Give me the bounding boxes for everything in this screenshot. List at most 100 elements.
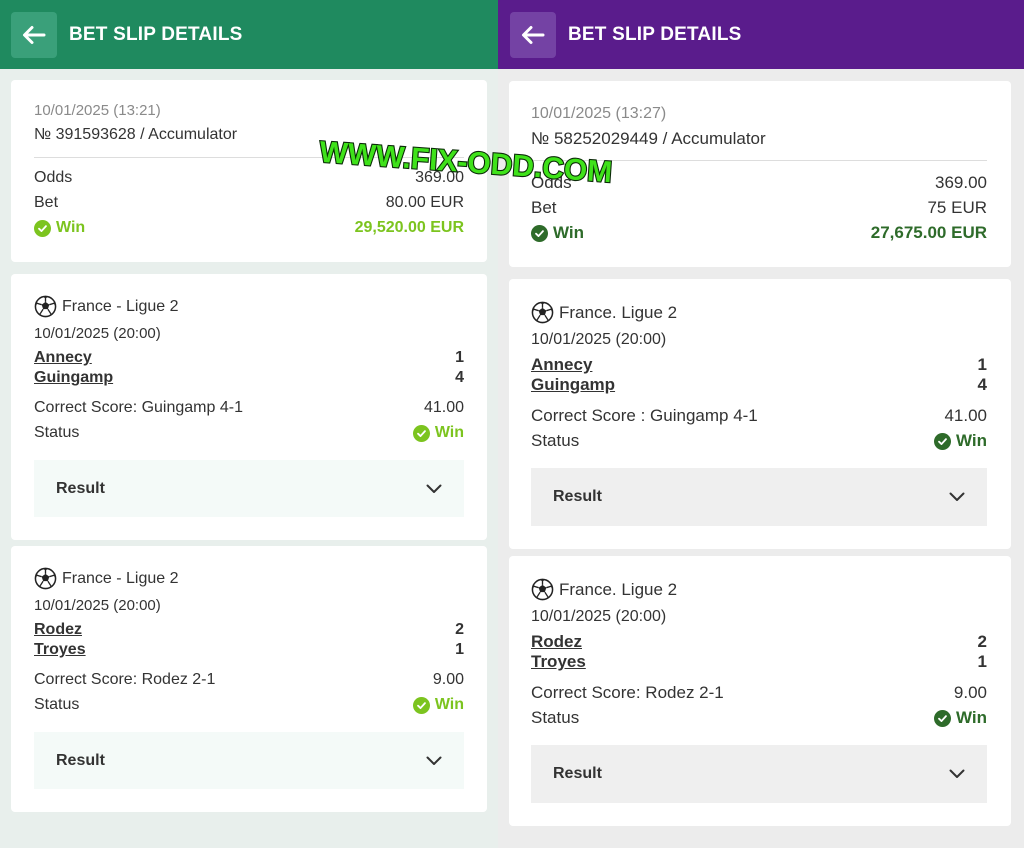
- win-amount: 27,675.00 EUR: [870, 223, 987, 242]
- chevron-down-icon: [426, 484, 442, 494]
- market-label: Correct Score: Rodez 2-1: [531, 683, 724, 702]
- win-row: Win 27,675.00 EUR: [531, 223, 987, 243]
- away-score: 4: [977, 375, 987, 394]
- away-team-row: Troyes 1: [531, 652, 987, 672]
- result-dropdown[interactable]: Result: [531, 745, 987, 803]
- soccer-ball-icon: [34, 567, 57, 590]
- home-score: 1: [977, 355, 987, 374]
- home-team-row: Annecy 1: [531, 355, 987, 375]
- result-label: Result: [56, 479, 105, 497]
- bet-label: Bet: [34, 194, 59, 211]
- left-bet-slip-panel: BET SLIP DETAILS 10/01/2025 (13:21) № 39…: [0, 0, 498, 848]
- bet-row: Bet 75 EUR: [531, 198, 987, 218]
- away-team[interactable]: Troyes: [34, 641, 86, 659]
- event-date: 10/01/2025 (20:00): [531, 608, 667, 625]
- result-label: Result: [553, 488, 602, 505]
- result-label: Result: [553, 765, 602, 782]
- league-line: France - Ligue 2: [34, 567, 179, 590]
- market-row: Correct Score : Guingamp 4-1 41.00: [531, 406, 987, 426]
- status-label: Status: [531, 431, 580, 450]
- watermark-logo: WWW.FIX-ODD.COM: [317, 135, 614, 186]
- odds-value: 369.00: [935, 173, 987, 192]
- odds-label: Odds: [34, 169, 73, 186]
- check-circle-icon: [412, 696, 430, 714]
- status-label: Status: [34, 696, 80, 713]
- market-label: Correct Score: Guingamp 4-1: [34, 399, 243, 416]
- away-team[interactable]: Troyes: [531, 652, 586, 672]
- away-score: 4: [455, 369, 464, 386]
- win-status: Win: [34, 219, 85, 237]
- event-date: 10/01/2025 (20:00): [34, 325, 161, 342]
- status-badge: Win: [412, 696, 464, 714]
- watermark-text: WWW.FIX-ODD.COM: [318, 136, 613, 186]
- soccer-ball-icon: [531, 301, 554, 324]
- check-circle-icon: [412, 424, 430, 442]
- result-dropdown[interactable]: Result: [34, 460, 464, 517]
- status-label: Status: [34, 424, 80, 441]
- league-name: France - Ligue 2: [62, 297, 179, 315]
- win-row: Win 29,520.00 EUR: [34, 219, 464, 237]
- home-score: 2: [455, 621, 464, 638]
- event-card: France - Ligue 2 10/01/2025 (20:00) Anne…: [11, 274, 487, 540]
- status-value: Win: [434, 424, 464, 441]
- market-odds: 41.00: [423, 399, 464, 416]
- league-name: France. Ligue 2: [559, 302, 678, 322]
- status-row: Status Win: [531, 708, 987, 728]
- status-badge: Win: [933, 708, 987, 728]
- event-date: 10/01/2025 (20:00): [34, 597, 161, 614]
- away-team[interactable]: Guingamp: [34, 369, 113, 387]
- market-label: Correct Score : Guingamp 4-1: [531, 406, 758, 425]
- soccer-ball-icon: [531, 578, 554, 601]
- market-row: Correct Score: Rodez 2-1 9.00: [34, 671, 464, 689]
- header-bar: BET SLIP DETAILS: [498, 0, 1024, 69]
- away-team-row: Troyes 1: [34, 641, 464, 659]
- chevron-down-icon: [949, 769, 965, 779]
- league-name: France. Ligue 2: [559, 579, 678, 599]
- check-circle-icon: [531, 224, 548, 242]
- soccer-ball-icon: [34, 295, 57, 318]
- win-label: Win: [553, 223, 585, 242]
- status-row: Status Win: [531, 431, 987, 451]
- win-label: Win: [56, 219, 86, 236]
- result-label: Result: [56, 751, 105, 769]
- bet-date: 10/01/2025 (13:27): [531, 105, 667, 122]
- away-team-row: Guingamp 4: [34, 369, 464, 387]
- away-team[interactable]: Guingamp: [531, 375, 615, 395]
- win-status: Win: [531, 223, 584, 243]
- chevron-down-icon: [949, 492, 965, 502]
- result-dropdown[interactable]: Result: [531, 468, 987, 526]
- league-name: France - Ligue 2: [62, 569, 179, 587]
- header-bar: BET SLIP DETAILS: [0, 0, 498, 69]
- event-card: France - Ligue 2 10/01/2025 (20:00) Rode…: [11, 546, 487, 812]
- page-title: BET SLIP DETAILS: [568, 23, 742, 45]
- home-team[interactable]: Rodez: [34, 621, 82, 639]
- event-card: France. Ligue 2 10/01/2025 (20:00) Annec…: [509, 279, 1011, 549]
- market-row: Correct Score: Guingamp 4-1 41.00: [34, 399, 464, 417]
- market-label: Correct Score: Rodez 2-1: [34, 671, 216, 688]
- event-date: 10/01/2025 (20:00): [531, 331, 667, 348]
- arrow-left-icon: [521, 25, 545, 45]
- market-odds: 9.00: [432, 671, 464, 688]
- check-circle-icon: [933, 432, 951, 450]
- home-team-row: Annecy 1: [34, 349, 464, 367]
- back-button[interactable]: [510, 11, 556, 58]
- league-line: France. Ligue 2: [531, 578, 677, 601]
- win-amount: 29,520.00 EUR: [354, 219, 464, 236]
- bet-value: 75 EUR: [927, 198, 987, 217]
- away-score: 1: [455, 641, 464, 658]
- bet-row: Bet 80.00 EUR: [34, 194, 464, 212]
- status-badge: Win: [933, 431, 987, 451]
- bet-date: 10/01/2025 (13:21): [34, 102, 161, 119]
- market-row: Correct Score: Rodez 2-1 9.00: [531, 683, 987, 703]
- result-dropdown[interactable]: Result: [34, 732, 464, 789]
- home-team[interactable]: Annecy: [531, 355, 592, 375]
- arrow-left-icon: [22, 25, 46, 45]
- away-score: 1: [977, 652, 987, 671]
- status-value: Win: [955, 708, 987, 727]
- home-team[interactable]: Annecy: [34, 349, 92, 367]
- back-button[interactable]: [11, 11, 57, 58]
- home-team[interactable]: Rodez: [531, 632, 582, 652]
- bet-number: № 391593628 / Accumulator: [34, 126, 238, 143]
- league-line: France. Ligue 2: [531, 301, 677, 324]
- away-team-row: Guingamp 4: [531, 375, 987, 395]
